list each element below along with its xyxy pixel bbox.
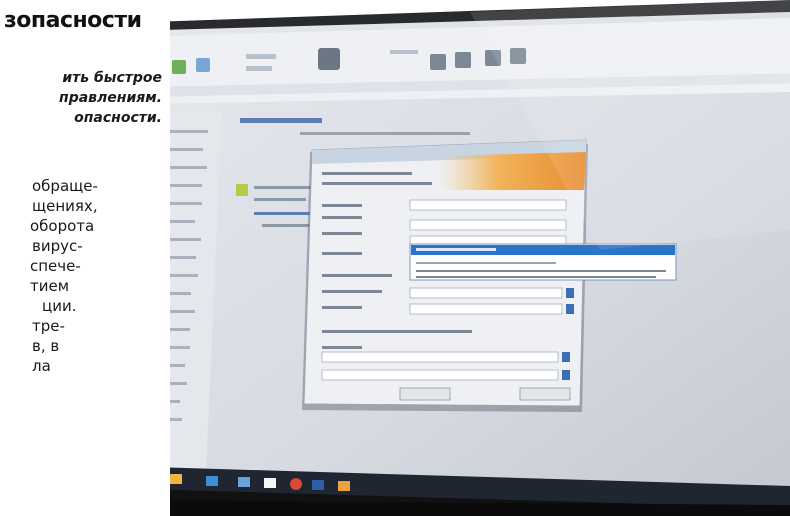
article-lead: ить быстрое правлениям. опасности. bbox=[0, 68, 162, 128]
body-line: тре- bbox=[32, 317, 65, 335]
lead-line: правлениям. bbox=[59, 90, 162, 106]
magazine-article-column: зопасности ить быстрое правлениям. опасн… bbox=[0, 0, 170, 516]
body-line: обраще- bbox=[32, 177, 98, 195]
body-line: щениях, bbox=[32, 197, 98, 215]
dropdown-popup bbox=[409, 243, 677, 281]
body-line: вирус- bbox=[32, 237, 83, 255]
lead-line: опасности. bbox=[74, 110, 162, 126]
article-body: обраще- щениях, оборота вирус- спече- ти… bbox=[2, 176, 152, 376]
body-line: ции. bbox=[42, 297, 77, 315]
body-line: оборота bbox=[30, 217, 95, 235]
article-title: зопасности bbox=[4, 8, 142, 33]
body-line: ла bbox=[32, 357, 51, 375]
body-line: в, в bbox=[32, 337, 60, 355]
lead-line: ить быстрое bbox=[62, 70, 162, 86]
body-line: тием bbox=[30, 277, 70, 295]
body-line: спече- bbox=[30, 257, 81, 275]
